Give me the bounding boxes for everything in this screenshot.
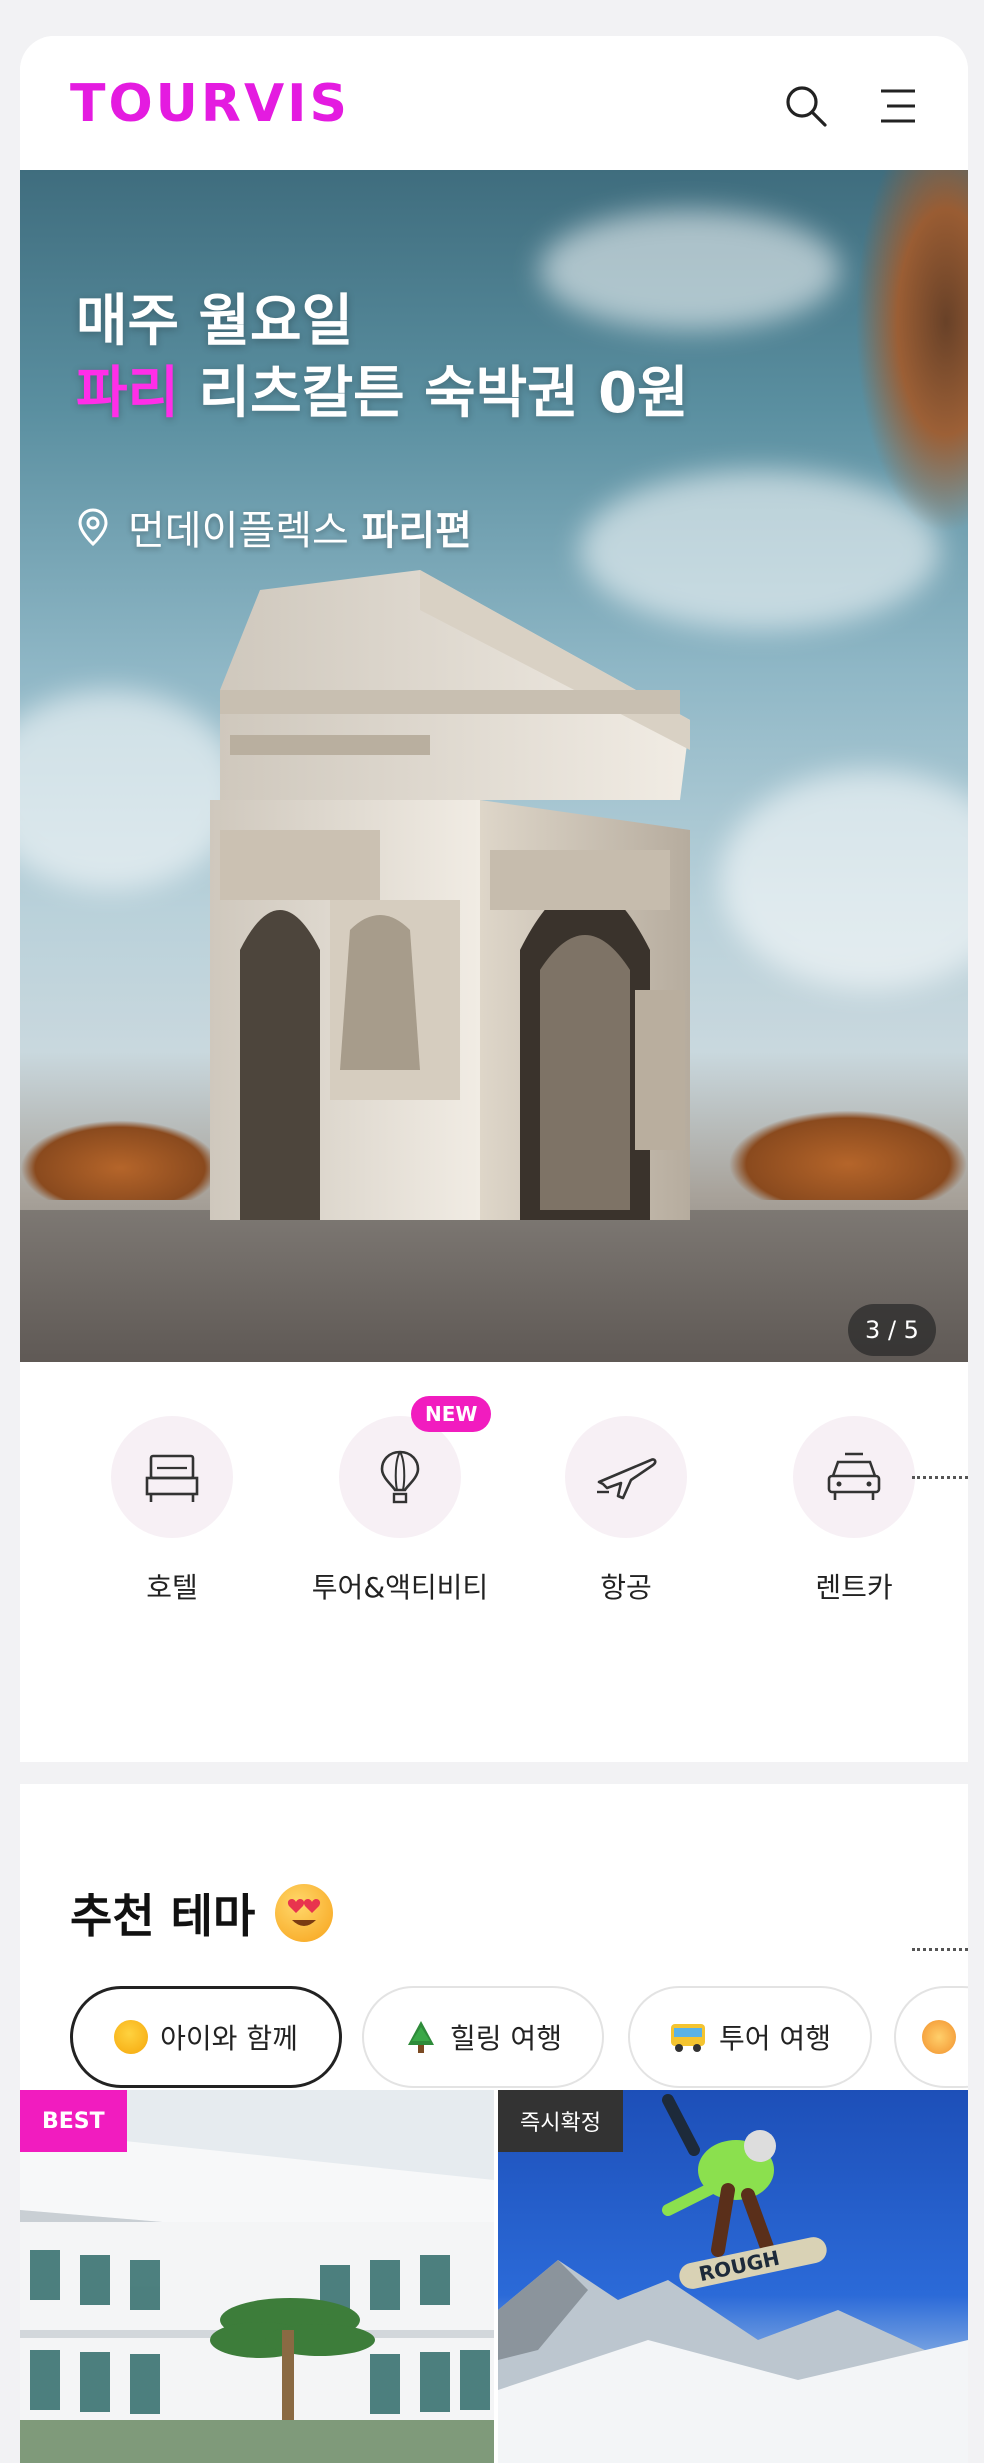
menu-icon <box>881 89 915 123</box>
hero-title-rest: 리츠칼튼 숙박권 0원 <box>179 361 689 426</box>
category-menu: 호텔 NEW 투어&액티비티 항공 렌트카 <box>20 1362 968 1762</box>
category-icon-circle <box>111 1416 233 1538</box>
hero-banner[interactable]: 매주 월요일 파리 리츠칼튼 숙박권 0원 먼데이플렉스 파리편 3 / 5 <box>20 170 968 1362</box>
location-pin-icon <box>78 508 108 547</box>
theme-title-text: 추천 테마 <box>70 1889 256 1943</box>
search-icon <box>786 86 827 127</box>
more-indicator <box>912 1948 968 1951</box>
airplane-icon <box>597 1458 657 1500</box>
balloon-icon <box>380 1450 420 1504</box>
best-tag: BEST <box>20 2090 127 2152</box>
category-flight[interactable]: 항공 <box>526 1416 726 1606</box>
tree-icon <box>408 2021 435 2053</box>
chip-label: 힐링 여행 <box>450 2022 562 2055</box>
bed-icon <box>145 1454 199 1502</box>
theme-title: 추천 테마 <box>70 1880 334 1946</box>
category-icon-circle: NEW <box>339 1396 492 1538</box>
category-rentcar[interactable]: 렌트카 <box>754 1416 954 1606</box>
theme-chip-tour[interactable]: 투어 여행 <box>628 1986 872 2088</box>
theme-chip-with-kids[interactable]: 아이와 함께 <box>70 1986 342 2088</box>
car-icon <box>827 1452 881 1500</box>
new-badge: NEW <box>411 1396 492 1432</box>
product-card-snowboard[interactable]: ROUGH 즉시확정 <box>498 2090 968 2463</box>
more-indicator <box>912 1476 968 1479</box>
category-hotel[interactable]: 호텔 <box>72 1416 272 1606</box>
theme-section: 추천 테마 아이와 함께 힐링 여행 투어 여행 <box>20 1784 968 2104</box>
hero-location-text: 먼데이플렉스 파리편 <box>128 498 472 556</box>
category-icon-circle <box>793 1416 915 1538</box>
chip-label: 투어 여행 <box>719 2022 831 2055</box>
category-label: 투어&액티비티 <box>311 1571 489 1604</box>
theme-chip-healing[interactable]: 힐링 여행 <box>362 1986 604 2088</box>
category-label: 항공 <box>600 1571 652 1604</box>
heart-eyes-emoji-icon <box>275 1884 334 1942</box>
svg-text:ROUGH: ROUGH <box>697 2246 782 2286</box>
tourvis-logo[interactable]: TOURVIS <box>70 74 350 134</box>
section-divider <box>20 1762 968 1784</box>
instant-confirm-tag: 즉시확정 <box>498 2090 623 2152</box>
hero-title: 매주 월요일 파리 리츠칼튼 숙박권 0원 <box>76 286 689 430</box>
category-label: 렌트카 <box>815 1571 893 1604</box>
emoji-icon <box>922 2020 956 2054</box>
product-card-hotel[interactable]: BEST <box>20 2090 494 2463</box>
menu-button[interactable] <box>866 74 930 138</box>
cobblestone-road <box>20 1210 968 1362</box>
theme-chip-partial[interactable] <box>894 1986 968 2088</box>
chip-label: 아이와 함께 <box>160 2022 298 2055</box>
chick-icon <box>114 2020 149 2054</box>
hero-location-prefix: 먼데이플렉스 <box>128 508 362 554</box>
category-icon-circle <box>565 1416 687 1538</box>
hero-title-line2: 파리 리츠칼튼 숙박권 0원 <box>76 358 689 430</box>
bus-icon <box>671 2024 706 2052</box>
hero-pager: 3 / 5 <box>848 1304 936 1356</box>
category-label: 호텔 <box>146 1571 198 1604</box>
hero-title-line1: 매주 월요일 <box>76 289 354 354</box>
search-button[interactable] <box>774 74 838 138</box>
app-screen: TOURVIS 매주 월요일 파리 리츠칼튼 숙박권 0원 먼데이플렉스 파리편… <box>20 36 968 2463</box>
hero-location-bold: 파리편 <box>361 508 472 554</box>
tree-branch <box>848 170 968 550</box>
header: TOURVIS <box>20 36 968 170</box>
category-tour-activity[interactable]: NEW 투어&액티비티 <box>300 1396 500 1606</box>
arc-de-triomphe-image <box>210 570 690 1220</box>
hero-location: 먼데이플렉스 파리편 <box>76 498 472 556</box>
hero-title-highlight: 파리 <box>76 361 180 426</box>
